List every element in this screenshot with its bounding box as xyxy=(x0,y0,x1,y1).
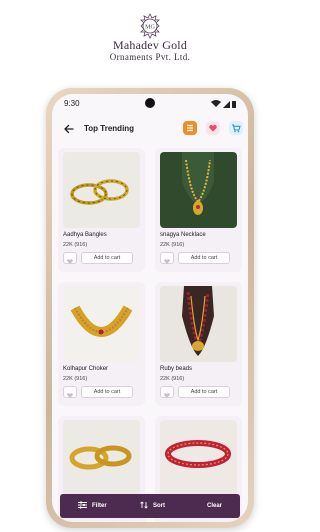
phone-screen: 9:30 Top Trending Aadhya Bangles 22K (91… xyxy=(52,94,248,522)
bottom-action-bar: Filter Sort Clear xyxy=(60,494,240,518)
wishlist-toggle[interactable] xyxy=(160,252,174,264)
heart-icon xyxy=(209,124,217,132)
necklace-image xyxy=(182,152,214,215)
sort-icon xyxy=(140,501,148,510)
sort-label: Sort xyxy=(153,503,165,509)
product-karat: 22K (916) xyxy=(160,242,185,248)
brand-logo-text: MG xyxy=(145,25,155,31)
heart-outline-icon xyxy=(164,259,170,264)
app-bar: Top Trending xyxy=(52,118,248,142)
status-bar: 9:30 xyxy=(52,94,248,114)
product-karat: 22K (916) xyxy=(63,376,88,382)
filter-icon xyxy=(78,501,87,510)
brand-subtitle: Ornaments Pvt. Ltd. xyxy=(109,52,191,62)
product-card[interactable]: snagya Necklace 22K (916) Add to cart xyxy=(155,148,242,272)
red-bangles-image xyxy=(165,440,231,468)
camera-cutout xyxy=(145,98,155,108)
gold-bangles-image xyxy=(69,445,132,470)
wishlist-button[interactable] xyxy=(206,121,220,135)
cart-button[interactable] xyxy=(229,121,243,135)
product-image xyxy=(160,286,237,362)
clear-button[interactable]: Clear xyxy=(207,494,222,518)
add-to-cart-button[interactable]: Add to cart xyxy=(81,252,133,264)
wifi-icon xyxy=(211,100,221,107)
heart-outline-icon xyxy=(67,393,73,398)
cart-icon xyxy=(232,124,241,133)
add-to-cart-button[interactable]: Add to cart xyxy=(81,386,133,398)
battery-icon xyxy=(232,101,236,108)
heart-outline-icon xyxy=(164,393,170,398)
list-icon xyxy=(187,124,193,132)
filter-label: Filter xyxy=(92,503,107,509)
product-karat: 22K (916) xyxy=(160,376,185,382)
back-arrow-icon[interactable] xyxy=(62,122,76,136)
add-to-cart-button[interactable]: Add to cart xyxy=(178,386,230,398)
wishlist-toggle[interactable] xyxy=(63,386,77,398)
filter-button[interactable]: Filter xyxy=(78,494,107,518)
choker-image xyxy=(70,305,133,337)
ruby-beads-image xyxy=(182,286,214,356)
signal-icon xyxy=(223,101,230,108)
product-image xyxy=(160,152,237,228)
status-icons xyxy=(211,100,236,108)
page-title: Top Trending xyxy=(84,124,135,133)
status-time: 9:30 xyxy=(64,99,80,108)
sort-button[interactable]: Sort xyxy=(140,494,165,518)
product-image xyxy=(63,152,140,228)
product-card[interactable]: Kolhapur Choker 22K (916) Add to cart xyxy=(58,282,145,406)
wishlist-toggle[interactable] xyxy=(63,252,77,264)
wishlist-toggle[interactable] xyxy=(160,386,174,398)
phone-frame: 9:30 Top Trending Aadhya Bangles 22K (91… xyxy=(46,88,254,528)
brand-logo-icon: MG xyxy=(140,13,160,39)
product-name: Ruby beads xyxy=(160,366,193,372)
product-name: Aadhya Bangles xyxy=(63,232,107,238)
product-card[interactable]: Ruby beads 22K (916) Add to cart xyxy=(155,282,242,406)
product-card[interactable]: Aadhya Bangles 22K (916) Add to cart xyxy=(58,148,145,272)
bangles-image xyxy=(70,179,129,205)
product-karat: 22K (916) xyxy=(63,242,88,248)
product-name: snagya Necklace xyxy=(160,232,206,238)
brand-name: Mahadev Gold xyxy=(112,38,188,52)
product-name: Kolhapur Choker xyxy=(63,366,109,372)
heart-outline-icon xyxy=(67,259,73,264)
product-image xyxy=(63,420,140,496)
product-image xyxy=(63,286,140,362)
product-image xyxy=(160,420,237,496)
menu-button[interactable] xyxy=(183,121,197,135)
add-to-cart-button[interactable]: Add to cart xyxy=(178,252,230,264)
